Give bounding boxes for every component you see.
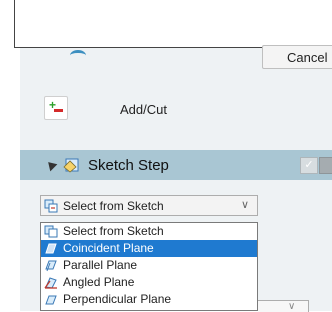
option-coincident-plane[interactable]: Coincident Plane bbox=[41, 240, 257, 257]
coincident-plane-icon bbox=[45, 243, 57, 254]
option-label: Perpendicular Plane bbox=[63, 292, 172, 306]
option-label: Angled Plane bbox=[63, 275, 135, 289]
option-angled-plane[interactable]: Angled Plane bbox=[41, 274, 257, 291]
chevron-down-icon[interactable]: ∨ bbox=[241, 198, 249, 211]
add-cut-label: Add/Cut bbox=[120, 102, 167, 117]
plane-select[interactable]: Select from Sketch ∨ bbox=[40, 195, 258, 216]
option-select-from-sketch[interactable]: Select from Sketch bbox=[41, 223, 257, 240]
partial-blue-icon bbox=[70, 50, 86, 61]
minus-icon bbox=[54, 109, 63, 112]
sketch-icon bbox=[63, 158, 79, 173]
plane-dropdown-list: Select from Sketch Coincident Plane Para… bbox=[40, 222, 258, 311]
sketch-step-title: Sketch Step bbox=[88, 157, 169, 174]
chevron-down-icon[interactable]: ∨ bbox=[288, 301, 295, 312]
add-cut-icon[interactable]: + bbox=[44, 96, 68, 120]
dialog-frame bbox=[14, 0, 332, 48]
close-icon[interactable] bbox=[319, 157, 332, 174]
option-parallel-plane[interactable]: Parallel Plane bbox=[41, 257, 257, 274]
sketch-plane-icon bbox=[44, 199, 58, 213]
cancel-button[interactable]: Cancel bbox=[262, 45, 332, 69]
sketch-plane-icon bbox=[44, 225, 58, 238]
option-label: Coincident Plane bbox=[63, 241, 154, 255]
option-label: Select from Sketch bbox=[63, 224, 164, 238]
angled-plane-icon bbox=[44, 277, 57, 289]
secondary-select[interactable]: ∨ bbox=[258, 300, 309, 312]
parallel-plane-icon bbox=[45, 260, 57, 272]
perpendicular-plane-icon bbox=[45, 295, 57, 305]
option-label: Parallel Plane bbox=[63, 258, 138, 272]
option-perpendicular-plane[interactable]: Perpendicular Plane bbox=[41, 291, 257, 308]
plane-select-value: Select from Sketch bbox=[63, 199, 164, 213]
check-icon[interactable]: ✓ bbox=[300, 157, 318, 174]
